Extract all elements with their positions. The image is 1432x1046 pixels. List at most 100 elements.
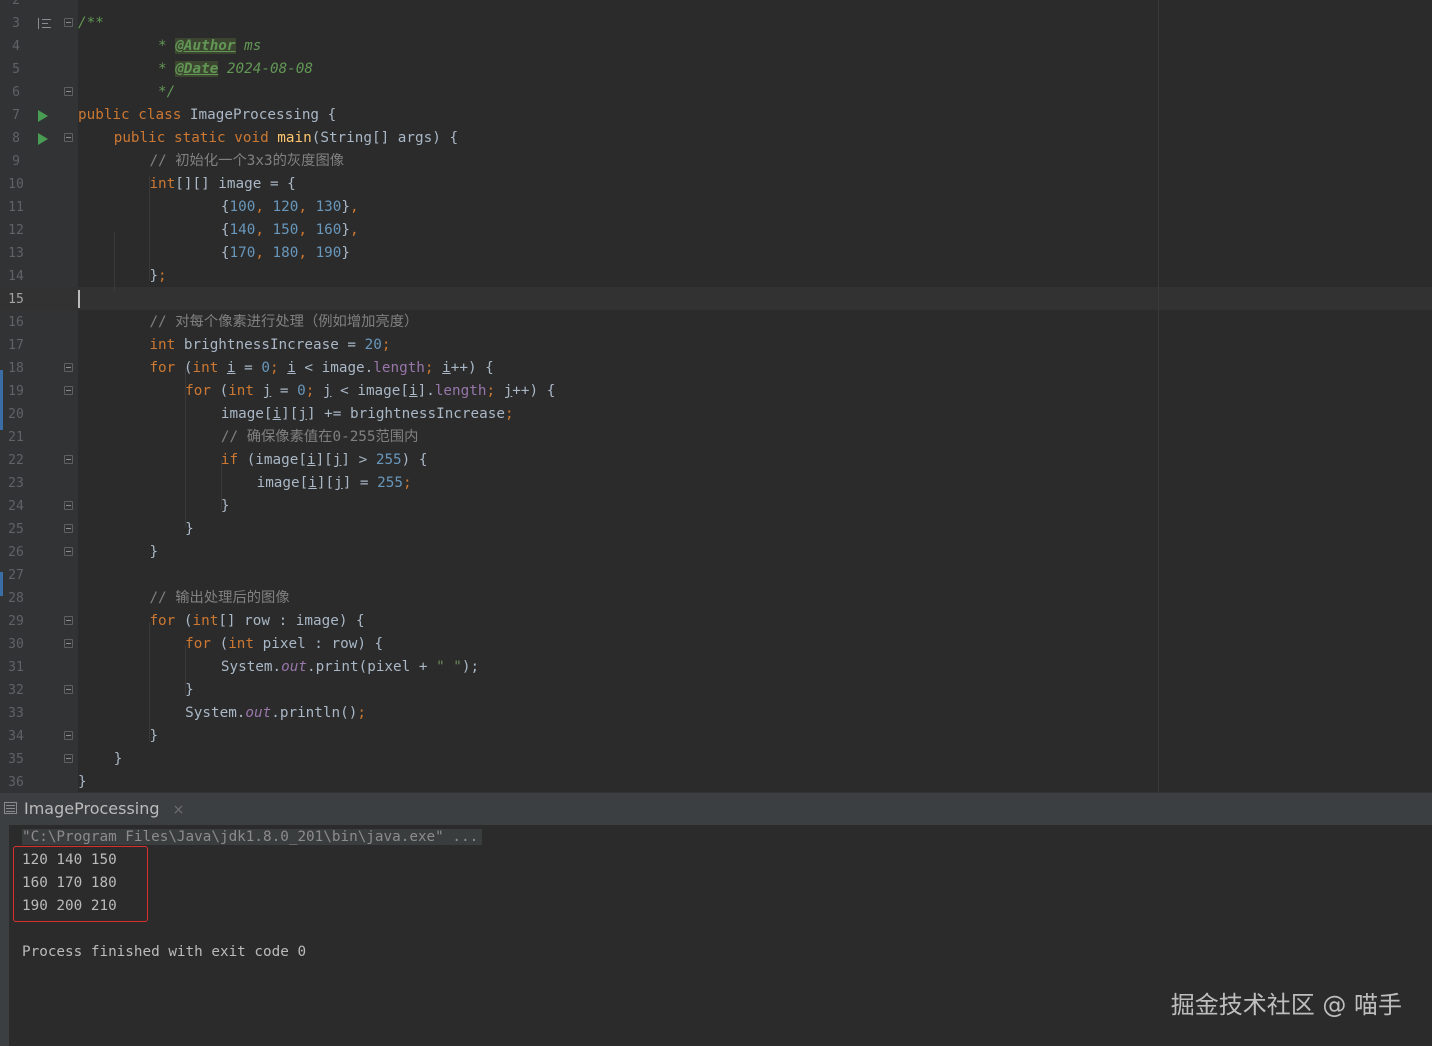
code-line[interactable]: 26}: [0, 541, 1432, 564]
code-text: public static void main(String[] args) {: [113, 130, 459, 146]
code-text: for (int[] row : image) {: [149, 613, 365, 629]
code-line[interactable]: 12 {140, 150, 160},: [0, 219, 1432, 242]
indent-guide: [220, 460, 222, 510]
code-line[interactable]: 31 System.out.print(pixel + " ");: [0, 656, 1432, 679]
code-line[interactable]: 7 public class ImageProcessing {: [0, 104, 1432, 127]
code-text: image[i][j] += brightnessIncrease;: [220, 406, 514, 422]
code-line[interactable]: 27: [0, 564, 1432, 587]
code-editor[interactable]: 2 3/** 4 * @Author ms 5 * @Date 2024-08-08 6…: [0, 0, 1432, 792]
code-line[interactable]: 22 if (image[i][j] > 255) {: [0, 449, 1432, 472]
line-number: 18: [8, 361, 24, 376]
fold-open-icon[interactable]: [64, 18, 73, 27]
code-line[interactable]: 3 /**: [0, 12, 1432, 35]
line-number: 19: [8, 384, 24, 399]
code-text: };: [149, 268, 167, 284]
code-line[interactable]: 2: [0, 0, 1432, 12]
fold-end-icon[interactable]: [64, 754, 73, 763]
code-line[interactable]: 13 {170, 180, 190}: [0, 242, 1432, 265]
code-text: System.out.println();: [185, 705, 366, 721]
code-line[interactable]: 19 for (int j = 0; j < image[i].length; j…: [0, 380, 1432, 403]
code-line[interactable]: 33 System.out.println();: [0, 702, 1432, 725]
line-number: 30: [8, 637, 24, 652]
run-console[interactable]: "C:\Program Files\Java\jdk1.8.0_201\bin\…: [0, 825, 1432, 1046]
code-text: int[][] image = {: [149, 176, 296, 192]
fold-open-icon[interactable]: [64, 133, 73, 142]
code-text: * @Author ms: [149, 38, 262, 54]
fold-open-icon[interactable]: [64, 455, 73, 464]
fold-end-icon[interactable]: [64, 524, 73, 533]
fold-end-icon[interactable]: [64, 501, 73, 510]
code-text: int brightnessIncrease = 20;: [149, 337, 391, 353]
code-line[interactable]: 35}: [0, 748, 1432, 771]
line-number: 3: [12, 16, 20, 31]
code-line[interactable]: 16 // 对每个像素进行处理（例如增加亮度）: [0, 311, 1432, 334]
line-number: 26: [8, 545, 24, 560]
line-number: 4: [12, 39, 20, 54]
code-line[interactable]: 4 * @Author ms: [0, 35, 1432, 58]
code-line[interactable]: 25}: [0, 518, 1432, 541]
code-text: }: [185, 521, 194, 537]
run-tab-imageprocessing[interactable]: ImageProcessing ×: [0, 793, 192, 825]
line-number: 24: [8, 499, 24, 514]
line-number: 28: [8, 591, 24, 606]
fold-end-icon[interactable]: [64, 87, 73, 96]
code-text: image[i][j] = 255;: [256, 475, 412, 491]
run-gutter-icon[interactable]: [38, 110, 48, 122]
code-line[interactable]: 17 int brightnessIncrease = 20;: [0, 334, 1432, 357]
code-line[interactable]: 24}: [0, 495, 1432, 518]
fold-end-icon[interactable]: [64, 547, 73, 556]
code-line[interactable]: 5 * @Date 2024-08-08: [0, 58, 1432, 81]
code-line[interactable]: 36}: [0, 771, 1432, 792]
code-line[interactable]: 23 image[i][j] = 255;: [0, 472, 1432, 495]
code-line[interactable]: 14};: [0, 265, 1432, 288]
javadoc-toggle-icon[interactable]: [38, 18, 51, 29]
line-number: 13: [8, 246, 24, 261]
code-line[interactable]: 8 public static void main(String[] args) …: [0, 127, 1432, 150]
code-text: }: [149, 728, 159, 744]
line-number: 33: [8, 706, 24, 721]
fold-open-icon[interactable]: [64, 386, 73, 395]
code-line[interactable]: 20 image[i][j] += brightnessIncrease;: [0, 403, 1432, 426]
line-number: 34: [8, 729, 24, 744]
line-number: 21: [8, 430, 24, 445]
line-number: 22: [8, 453, 24, 468]
code-line[interactable]: 34}: [0, 725, 1432, 748]
close-tab-icon[interactable]: ×: [173, 802, 185, 818]
code-line[interactable]: 18 for (int i = 0; i < image.length; i++)…: [0, 357, 1432, 380]
code-text: // 对每个像素进行处理（例如增加亮度）: [149, 314, 419, 330]
line-number: 12: [8, 223, 24, 238]
code-line[interactable]: 10 int[][] image = {: [0, 173, 1432, 196]
code-line[interactable]: 6 */: [0, 81, 1432, 104]
code-text: for (int j = 0; j < image[i].length; j++…: [185, 383, 556, 399]
code-text: // 输出处理后的图像: [149, 590, 290, 606]
exit-message: Process finished with exit code 0: [22, 944, 307, 960]
run-gutter-icon[interactable]: [38, 133, 48, 145]
code-line[interactable]: 15: [0, 288, 1432, 311]
line-number: 14: [8, 269, 24, 284]
indent-guide: [185, 368, 187, 528]
fold-open-icon[interactable]: [64, 616, 73, 625]
code-line[interactable]: 28 // 输出处理后的图像: [0, 587, 1432, 610]
code-text: System.out.print(pixel + " ");: [220, 659, 480, 675]
fold-end-icon[interactable]: [64, 731, 73, 740]
fold-open-icon[interactable]: [64, 639, 73, 648]
code-line[interactable]: 9 // 初始化一个3x3的灰度图像: [0, 150, 1432, 173]
line-number: 5: [12, 62, 20, 77]
line-number: 7: [12, 108, 20, 123]
code-line[interactable]: 32}: [0, 679, 1432, 702]
code-line[interactable]: 11 {100, 120, 130},: [0, 196, 1432, 219]
line-number: 10: [8, 177, 24, 192]
text-caret: [78, 290, 80, 308]
code-text: {170, 180, 190}: [220, 245, 351, 261]
code-line[interactable]: 21 // 确保像素值在0-255范围内: [0, 426, 1432, 449]
code-line[interactable]: 29 for (int[] row : image) {: [0, 610, 1432, 633]
fold-open-icon[interactable]: [64, 363, 73, 372]
run-tab-label: ImageProcessing: [24, 799, 160, 818]
code-text: public class ImageProcessing {: [78, 107, 337, 123]
fold-end-icon[interactable]: [64, 685, 73, 694]
left-tool-strip: [0, 370, 3, 430]
code-line[interactable]: 30 for (int pixel : row) {: [0, 633, 1432, 656]
console-icon: [4, 802, 17, 814]
line-number: 20: [8, 407, 24, 422]
code-text: * @Date 2024-08-08: [149, 61, 313, 77]
